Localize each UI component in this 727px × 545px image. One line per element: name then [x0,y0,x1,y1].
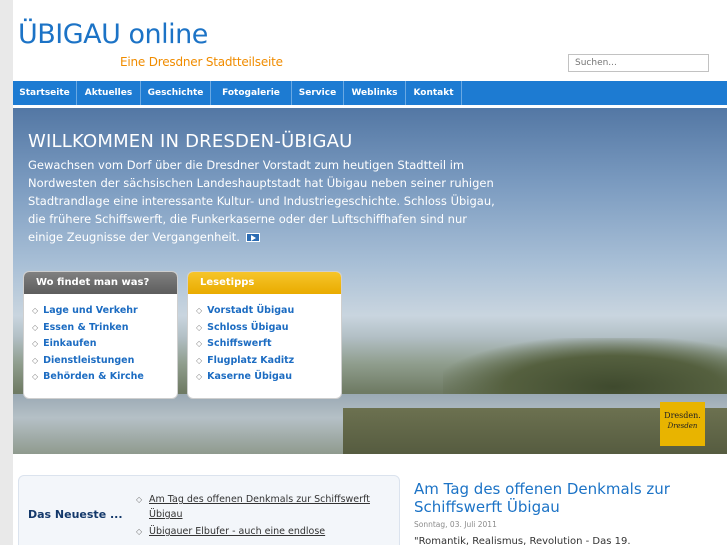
newest-panel: Das Neueste ... ◇ Am Tag des offenen Denk… [18,475,400,545]
article-title[interactable]: Am Tag des offenen Denkmals zur Schiffsw… [414,480,714,516]
diamond-bullet-icon: ◇ [196,339,203,348]
site-logo-title[interactable]: ÜBIGAU online [18,20,208,50]
dresden-logo-line2: Dresden [667,422,698,430]
nav-item-geschichte[interactable]: Geschichte [141,81,211,105]
newest-list: ◇ Am Tag des offenen Denkmals zur Schiffs… [136,492,391,541]
nav-item-kontakt[interactable]: Kontakt [406,81,462,105]
find-item-label: Einkaufen [43,338,97,349]
find-item-label: Essen & Trinken [43,321,129,333]
find-item-label: Lage und Verkehr [43,305,138,316]
site-logo-subtitle: Eine Dresdner Stadtteilseite [120,55,283,69]
find-item-label: Behörden & Kirche [43,371,144,382]
find-item-dienstleistungen[interactable]: ◇ Dienstleistungen [32,353,177,370]
nav-item-weblinks[interactable]: Weblinks [344,81,406,105]
diamond-bullet-icon: ◇ [136,527,143,536]
diamond-bullet-icon: ◇ [32,372,39,381]
tip-item-schiffswerft[interactable]: ◇ Schiffswerft [196,336,341,353]
diamond-bullet-icon: ◇ [32,339,39,348]
tips-box: Lesetipps ◇ Vorstadt Übigau ◇ Schloss Übig… [187,271,342,399]
find-item-label: Dienstleistungen [43,354,135,366]
search-input[interactable] [568,54,709,72]
find-box-title: Wo findet man was? [24,272,177,294]
find-item-lage[interactable]: ◇ Lage und Verkehr [32,303,177,320]
tip-item-schloss[interactable]: ◇ Schloss Übigau [196,320,341,337]
nav-item-startseite[interactable]: Startseite [13,81,77,105]
find-item-essen[interactable]: ◇ Essen & Trinken [32,320,177,337]
newest-item[interactable]: ◇ Am Tag des offenen Denkmals zur Schiffs… [136,492,391,522]
hero-text: Gewachsen vom Dorf über die Dresdner Vor… [28,156,498,246]
hero-title: WILLKOMMEN IN DRESDEN-ÜBIGAU [28,131,353,152]
find-item-einkaufen[interactable]: ◇ Einkaufen [32,336,177,353]
find-item-behoerden[interactable]: ◇ Behörden & Kirche [32,369,177,386]
dresden-logo-line1: Dresden. [664,411,701,420]
diamond-bullet-icon: ◇ [32,355,39,365]
tip-item-label: Vorstadt Übigau [207,305,295,316]
tips-box-title: Lesetipps [188,272,341,294]
tip-item-label: Schiffswerft [207,338,272,349]
main-navigation: Startseite Aktuelles Geschichte Fotogale… [13,81,727,105]
hero-text-body: Gewachsen vom Dorf über die Dresdner Vor… [28,158,495,244]
newest-label: Das Neueste ... [28,508,123,521]
find-box-list: ◇ Lage und Verkehr ◇ Essen & Trinken ◇ Eink… [24,294,177,386]
tip-item-vorstadt[interactable]: ◇ Vorstadt Übigau [196,303,341,320]
newest-item-link[interactable]: Übigauer Elbufer - auch eine endlose [149,526,325,537]
article-text: "Romantik, Realismus, Revolution - Das 1… [414,536,631,545]
diamond-bullet-icon: ◇ [196,355,203,365]
diamond-bullet-icon: ◇ [32,322,39,332]
nav-item-aktuelles[interactable]: Aktuelles [77,81,141,105]
tip-item-kaserne[interactable]: ◇ Kaserne Übigau [196,369,341,386]
find-box: Wo findet man was? ◇ Lage und Verkehr ◇ Es… [23,271,178,399]
diamond-bullet-icon: ◇ [196,322,203,332]
dresden-logo-badge[interactable]: Dresden. Dresden [660,402,705,446]
article-date: Sonntag, 03. Juli 2011 [414,520,497,529]
tip-item-label: Flugplatz Kaditz [207,354,295,366]
diamond-bullet-icon: ◇ [196,372,203,381]
page: ÜBIGAU online Eine Dresdner Stadtteilsei… [13,0,727,545]
tips-box-list: ◇ Vorstadt Übigau ◇ Schloss Übigau ◇ Schiff… [188,294,341,386]
newest-item-link[interactable]: Am Tag des offenen Denkmals zur Schiffsw… [149,494,370,520]
diamond-bullet-icon: ◇ [196,306,203,315]
diamond-bullet-icon: ◇ [136,495,143,504]
tip-item-flugplatz[interactable]: ◇ Flugplatz Kaditz [196,353,341,370]
diamond-bullet-icon: ◇ [32,306,39,315]
header: ÜBIGAU online Eine Dresdner Stadtteilsei… [13,0,727,78]
tip-item-label: Kaserne Übigau [207,371,292,382]
nav-item-service[interactable]: Service [292,81,344,105]
tip-item-label: Schloss Übigau [207,321,289,333]
hero-banner: WILLKOMMEN IN DRESDEN-ÜBIGAU Gewachsen v… [13,108,727,454]
newest-item[interactable]: ◇ Übigauer Elbufer - auch eine endlose [136,524,391,539]
nav-item-fotogalerie[interactable]: Fotogalerie [211,81,292,105]
play-arrow-icon[interactable] [245,233,260,242]
